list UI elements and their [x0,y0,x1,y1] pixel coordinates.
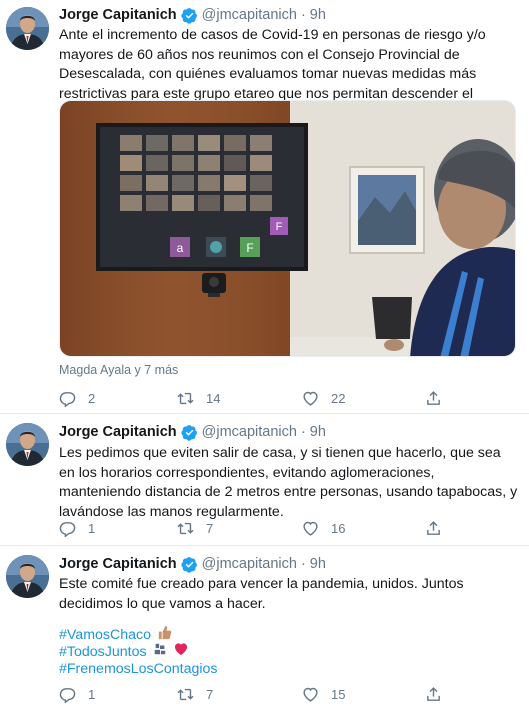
video-tile-letter: a [177,241,184,255]
share-icon [427,390,440,405]
heart-icon [303,521,318,536]
separator-dot: · [300,424,306,440]
video-tile-letter: F [276,221,283,233]
video-tile-letter: F [246,241,253,255]
reply-button[interactable]: 1 [59,518,95,538]
retweet-count: 7 [206,686,214,702]
timestamp[interactable]: 9h [310,424,326,440]
reply-icon [59,391,76,407]
tweet-header: Jorge Capitanich @jmcapitanich · 9h [59,5,326,25]
verified-badge-icon [180,7,198,24]
hashtag-row: #FrenemosLosContagios [59,661,519,678]
heart-icon [303,687,318,702]
hashtag-link[interactable]: #FrenemosLosContagios [59,661,218,678]
timestamp[interactable]: 9h [310,556,326,572]
verified-badge-icon [180,556,198,573]
author-handle[interactable]: @jmcapitanich [202,424,297,440]
retweet-icon [177,688,194,700]
like-count: 22 [331,390,346,406]
tweet-actions: 1 7 16 [59,518,459,538]
separator-dot: · [300,556,306,572]
retweet-button[interactable]: 14 [177,388,220,408]
tweet-photo[interactable]: a F F [59,100,516,357]
hashtag-link[interactable]: #VamosChaco [59,627,151,644]
like-count: 16 [331,520,346,536]
retweet-count: 7 [206,520,214,536]
retweet-icon [177,392,194,404]
author-name[interactable]: Jorge Capitanich [59,424,177,440]
like-count: 15 [331,686,346,702]
verified-badge-icon [180,424,198,441]
share-button[interactable] [425,388,442,408]
hashtag-row: #VamosChaco [59,625,519,644]
reply-count: 2 [88,390,96,406]
reply-button[interactable]: 2 [59,388,95,408]
author-handle[interactable]: @jmcapitanich [202,556,297,572]
share-icon [427,686,440,701]
author-name[interactable]: Jorge Capitanich [59,7,177,23]
like-button[interactable]: 16 [302,518,345,538]
hashtag-emoji-icon [153,642,167,663]
tweet-actions: 2 14 22 [59,388,459,408]
author-handle[interactable]: @jmcapitanich [202,7,297,23]
like-button[interactable]: 22 [302,388,345,408]
avatar[interactable] [6,423,49,466]
reply-icon [59,521,76,537]
heart-icon [303,391,318,406]
share-button[interactable] [425,518,442,538]
timestamp[interactable]: 9h [310,7,326,23]
hashtag-list: #VamosChaco #TodosJuntos #FrenemosLosCon… [59,625,519,678]
avatar[interactable] [6,7,49,50]
hashtag-row: #TodosJuntos [59,642,519,663]
retweet-icon [177,522,194,534]
reply-count: 1 [88,520,96,536]
tweet-header: Jorge Capitanich @jmcapitanich · 9h [59,422,326,442]
share-button[interactable] [425,684,442,704]
retweet-button[interactable]: 7 [177,684,213,704]
tweet[interactable]: Jorge Capitanich @jmcapitanich · 9h Les … [0,415,529,546]
retweet-button[interactable]: 7 [177,518,213,538]
share-icon [427,520,440,535]
author-name[interactable]: Jorge Capitanich [59,556,177,572]
tweet-text: Les pedimos que eviten salir de casa, y … [59,445,518,520]
separator-dot: · [300,7,306,23]
reply-icon [59,687,76,703]
reply-button[interactable]: 1 [59,684,95,704]
like-button[interactable]: 15 [302,684,345,704]
tweet-header: Jorge Capitanich @jmcapitanich · 9h [59,554,326,574]
avatar[interactable] [6,555,49,598]
tweet[interactable]: Jorge Capitanich @jmcapitanich · 9h Ante… [0,0,529,414]
reply-count: 1 [88,686,96,702]
tweet-text: Este comité fue creado para vencer la pa… [59,576,464,612]
media-tagged-users[interactable]: Magda Ayala y 7 más [59,363,178,377]
tweet[interactable]: Jorge Capitanich @jmcapitanich · 9h Este… [0,547,529,712]
tweet-actions: 1 7 15 [59,684,459,704]
hashtag-link[interactable]: #TodosJuntos [59,644,147,661]
retweet-count: 14 [206,390,221,406]
